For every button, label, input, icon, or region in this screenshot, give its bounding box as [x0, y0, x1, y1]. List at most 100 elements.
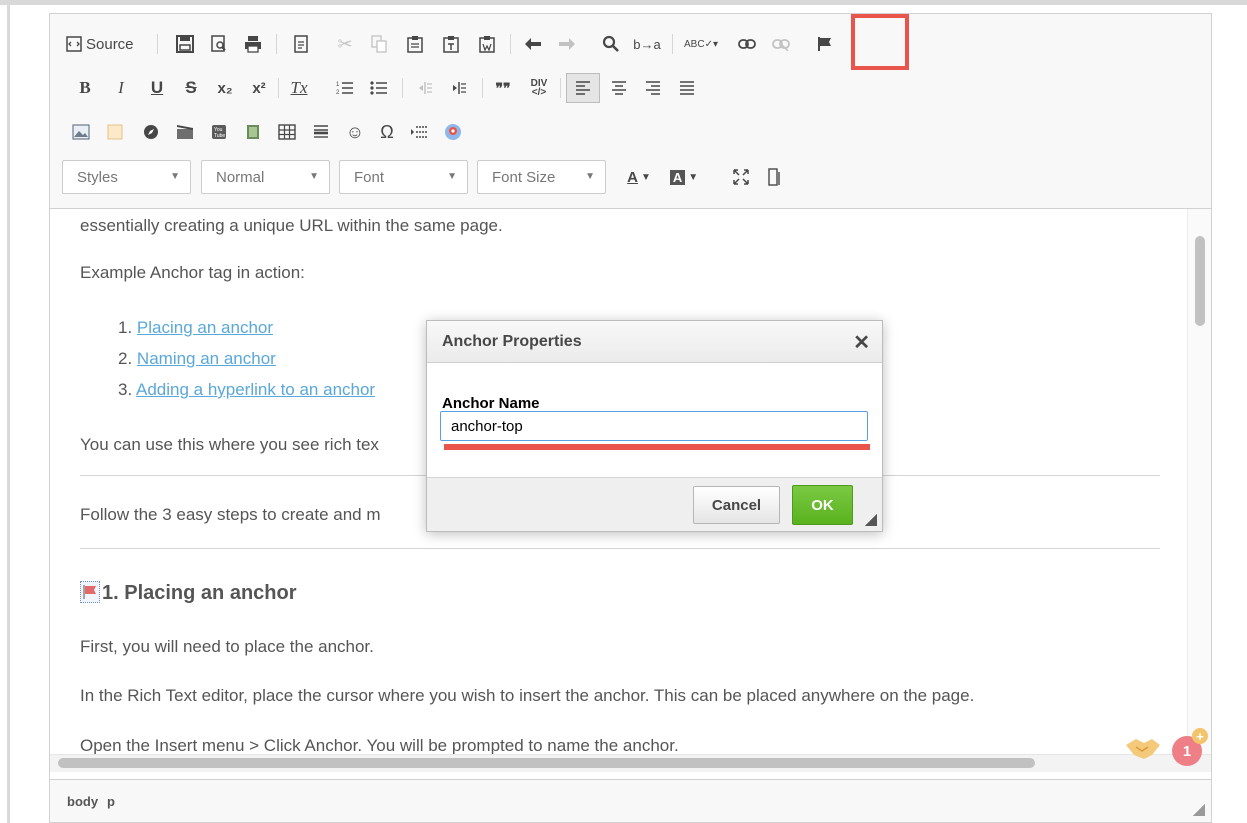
styles-dropdown[interactable]: Styles ▼ [62, 160, 191, 194]
align-center-button[interactable] [604, 73, 634, 103]
content-paragraph: essentially creating a unique URL within… [80, 216, 503, 235]
bg-color-button[interactable]: A ▼ [666, 162, 702, 192]
copy-button[interactable] [364, 29, 394, 59]
preview-button[interactable] [204, 29, 234, 59]
dialog-resize-handle[interactable] [865, 514, 877, 526]
unlink-icon [772, 39, 790, 51]
spellcheck-button[interactable]: ABC✓▾ [680, 29, 722, 59]
strikethrough-button[interactable]: S [180, 73, 202, 103]
indent-button[interactable] [444, 73, 474, 103]
toolbar-separator [510, 34, 511, 54]
maximize-button[interactable] [726, 162, 756, 192]
bold-button[interactable]: B [74, 73, 96, 103]
dialog-title: Anchor Properties [442, 333, 582, 350]
source-button[interactable]: Source [66, 29, 134, 59]
undo-button[interactable] [518, 29, 548, 59]
path-item-p[interactable]: p [107, 794, 115, 809]
youtube-button[interactable]: You Tube [204, 117, 234, 147]
cut-button[interactable]: ✂ [330, 29, 360, 59]
dialog-title-bar[interactable]: Anchor Properties ✕ [427, 321, 882, 363]
list-item-link[interactable]: Adding a hyperlink to an anchor [136, 380, 375, 399]
toolbar-separator [276, 34, 277, 54]
templates-button[interactable] [286, 29, 316, 59]
remove-format-button[interactable]: Tx [286, 73, 312, 103]
red-flag-icon [83, 585, 96, 599]
find-button[interactable] [596, 29, 626, 59]
map-button[interactable] [438, 117, 468, 147]
preview-icon [211, 35, 226, 52]
flash-button[interactable] [100, 117, 130, 147]
content-paragraph: Example Anchor tag in action: [80, 263, 305, 282]
paste-text-icon [443, 36, 459, 53]
text-color-button[interactable]: A ▼ [622, 162, 656, 192]
replace-icon: b→a [633, 36, 661, 52]
bulleted-list-button[interactable] [364, 73, 394, 103]
numbered-list-button[interactable]: 12 [330, 73, 360, 103]
save-icon [176, 35, 194, 53]
page-break-button[interactable] [404, 117, 434, 147]
close-icon[interactable]: ✕ [853, 330, 870, 355]
subscript-button[interactable]: x₂ [212, 73, 238, 103]
path-item-body[interactable]: body [67, 794, 98, 809]
link-button[interactable] [732, 29, 762, 59]
resize-handle[interactable] [1193, 804, 1205, 816]
anchor-button[interactable] [810, 29, 840, 59]
cancel-button[interactable]: Cancel [693, 486, 780, 524]
svg-text:1: 1 [336, 82, 340, 88]
replace-button[interactable]: b→a [630, 29, 664, 59]
link-icon [738, 39, 756, 49]
list-item-link[interactable]: Placing an anchor [137, 318, 273, 337]
flag-icon [818, 37, 831, 51]
paste-word-button[interactable] [472, 29, 502, 59]
superscript-button[interactable]: x² [246, 73, 272, 103]
page-break-icon [411, 126, 427, 138]
smiley-icon: ☺ [345, 121, 365, 142]
horizontal-scrollbar-thumb[interactable] [58, 758, 1035, 768]
font-dropdown[interactable]: Font ▼ [339, 160, 468, 194]
toolbar-separator [278, 78, 279, 98]
list-item-link[interactable]: Naming an anchor [137, 349, 276, 368]
justify-button[interactable] [672, 73, 702, 103]
format-dropdown[interactable]: Normal ▼ [201, 160, 330, 194]
toolbar-separator [560, 78, 561, 98]
italic-button[interactable]: I [110, 73, 132, 103]
indent-icon [453, 82, 466, 94]
anchor-marker[interactable] [80, 581, 100, 603]
outdent-button[interactable] [410, 73, 440, 103]
anchor-name-input[interactable] [440, 411, 868, 441]
toolbar-separator [157, 34, 158, 54]
element-path-bar: body p [50, 779, 1211, 822]
font-dropdown-value: Font [354, 168, 385, 186]
ok-button[interactable]: OK [792, 485, 853, 525]
align-right-button[interactable] [638, 73, 668, 103]
vertical-scrollbar-thumb[interactable] [1195, 236, 1205, 326]
paste-button[interactable] [400, 29, 430, 59]
show-blocks-button[interactable] [760, 162, 790, 192]
handshake-icon[interactable] [1124, 735, 1162, 761]
print-button[interactable] [238, 29, 268, 59]
align-left-icon [576, 81, 590, 95]
embed-button[interactable] [136, 117, 166, 147]
underline-button[interactable]: U [146, 73, 168, 103]
video-button[interactable] [170, 117, 200, 147]
horizontal-rule-button[interactable] [306, 117, 336, 147]
save-button[interactable] [170, 29, 200, 59]
plus-icon[interactable]: + [1192, 728, 1208, 744]
table-button[interactable] [272, 117, 302, 147]
smiley-button[interactable]: ☺ [340, 117, 370, 147]
redo-button[interactable] [552, 29, 582, 59]
align-left-button[interactable] [566, 73, 600, 103]
source-label: Source [86, 35, 134, 53]
font-size-dropdown[interactable]: Font Size ▼ [477, 160, 606, 194]
paste-text-button[interactable] [436, 29, 466, 59]
clapperboard-icon [177, 125, 193, 139]
anchor-button-highlight [851, 14, 909, 70]
div-container-button[interactable]: DIV </> [524, 73, 554, 103]
media-embed-button[interactable] [238, 117, 268, 147]
image-button[interactable] [66, 117, 96, 147]
youtube-icon: YouTube [212, 125, 226, 139]
blockquote-button[interactable]: ❞❞ [488, 73, 518, 103]
unlink-button[interactable] [766, 29, 796, 59]
special-char-button[interactable]: Ω [372, 117, 402, 147]
numbered-list-icon: 12 [336, 82, 353, 96]
